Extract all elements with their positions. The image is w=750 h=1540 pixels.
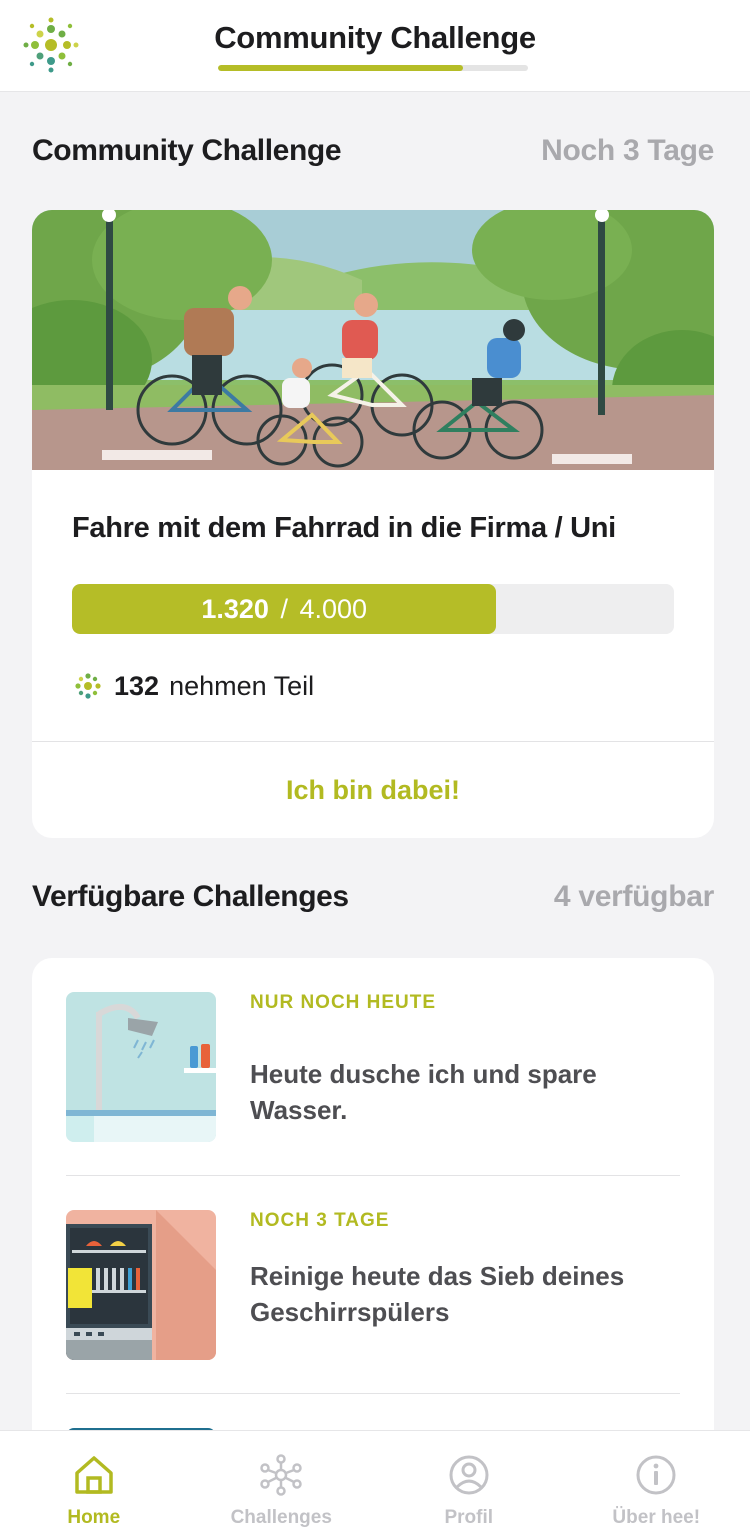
challenge-progress-label: 1.320 / 4.000 [72,584,496,634]
nav-challenges-label: Challenges [230,1507,332,1528]
nav-home-label: Home [67,1507,121,1528]
header-progress-bar [218,65,528,71]
progress-separator: / [280,594,288,624]
item-title: Reinige heute das Sieb deines Geschirrsp… [250,1261,625,1327]
community-challenge-card[interactable]: Fahre mit dem Fahrrad in die Firma / Uni… [32,210,714,838]
list-item[interactable]: NUR NOCH HEUTE Heute dusche ich und spar… [66,992,680,1142]
participants-row: 132 nehmen Teil [72,670,314,702]
challenge-progress-bar: 1.320 / 4.000 [72,584,674,634]
profile-icon [449,1455,489,1495]
item-deadline-tag: NOCH 3 TAGE [250,1210,390,1231]
join-challenge-button[interactable]: Ich bin dabei! [32,742,714,838]
nav-challenges[interactable]: Challenges [188,1431,376,1540]
item-title: Heute dusche ich und spare Wasser. [250,1059,597,1125]
nav-profile[interactable]: Profil [375,1431,563,1540]
nav-about[interactable]: Über hee! [563,1431,750,1540]
community-section-title: Community Challenge [32,134,342,167]
progress-current: 1.320 [201,594,269,624]
community-time-left: Noch 3 Tage [541,134,714,167]
available-challenges-list: NUR NOCH HEUTE Heute dusche ich und spar… [32,958,714,1478]
participants-label: nehmen Teil [169,670,315,701]
dishwasher-icon [66,1210,216,1360]
shower-icon [66,992,216,1142]
info-icon [636,1455,676,1495]
header-progress-fill [218,65,463,71]
bottom-navigation: Home Challenges Profil Über hee! [0,1430,750,1540]
cycling-hero-image [32,210,714,470]
page-title: Community Challenge [214,20,536,55]
community-section-header: Community Challenge Noch 3 Tage [32,134,714,168]
network-icon [260,1454,302,1496]
nav-about-label: Über hee! [612,1507,701,1528]
nav-profile-label: Profil [444,1507,494,1528]
participants-count: 132 [114,670,160,701]
available-count: 4 verfügbar [553,880,714,913]
list-divider [66,1175,680,1176]
challenge-title: Fahre mit dem Fahrrad in die Firma / Uni [72,512,616,544]
participants-icon [75,673,101,699]
available-section-title: Verfügbare Challenges [32,880,349,913]
available-section-header: Verfügbare Challenges 4 verfügbar [32,880,714,914]
list-divider [66,1393,680,1394]
nav-home[interactable]: Home [0,1431,188,1540]
item-deadline-tag: NUR NOCH HEUTE [250,992,437,1013]
home-icon [75,1456,113,1494]
progress-total: 4.000 [299,594,368,624]
top-bar: Community Challenge [0,0,750,92]
list-item[interactable]: NOCH 3 TAGE Reinige heute das Sieb deine… [66,1210,680,1360]
